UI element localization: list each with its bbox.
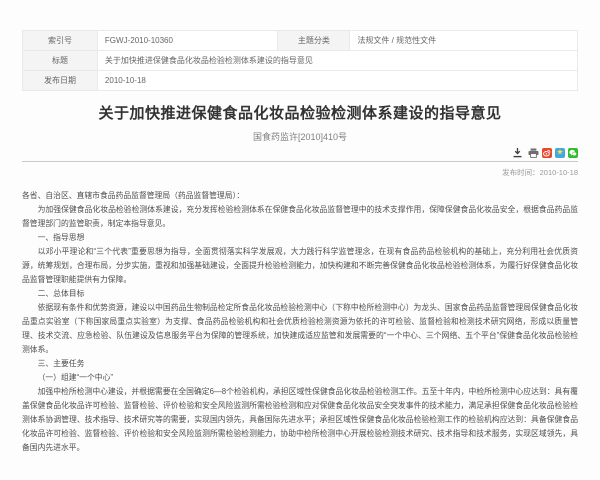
wechat-share-icon[interactable] <box>568 148 578 158</box>
info-label-index-number: 索引号 <box>23 31 98 51</box>
star-glyph: ★ <box>556 148 563 156</box>
section-heading-1: 一、指导思想 <box>22 231 578 245</box>
info-label-subject-category: 主题分类 <box>278 31 350 51</box>
qzone-share-icon[interactable]: ★ <box>555 148 565 158</box>
doc-number: 国食药监许[2010]410号 <box>22 130 578 143</box>
paragraph-guiding-ideology: 以邓小平理论和“三个代表”重要思想为指导，全面贯彻落实科学发展观，大力践行科学监… <box>22 245 578 287</box>
article-body: 各省、自治区、直辖市食品药品监督管理局（药品监督管理局）： 为加强保健食品化妆品… <box>22 189 578 455</box>
section-heading-2: 二、总体目标 <box>22 287 578 301</box>
section-heading-3: 三、主要任务 <box>22 357 578 371</box>
publish-time-value: 2010-10-18 <box>540 168 578 177</box>
info-label-title: 标题 <box>23 51 98 71</box>
article-toolbar: ★ <box>22 147 578 158</box>
print-icon[interactable] <box>528 148 539 158</box>
download-icon[interactable] <box>513 148 522 158</box>
document-info-table: 索引号 FGWJ-2010-10360 主题分类 法规文件 / 规范性文件 标题… <box>22 30 578 91</box>
table-row: 发布日期 2010-10-18 <box>23 71 578 91</box>
paragraph-intro: 为加强保健食品化妆品检验检测体系建设，充分发挥检验检测体系在保健食品化妆品监督管… <box>22 203 578 231</box>
paragraph-salutation: 各省、自治区、直辖市食品药品监督管理局（药品监督管理局）： <box>22 189 578 203</box>
page-title: 关于加快推进保健食品化妆品检验检测体系建设的指导意见 <box>22 105 578 123</box>
weibo-share-icon[interactable] <box>542 148 552 158</box>
info-value-publish-date: 2010-10-18 <box>97 71 577 91</box>
divider <box>22 161 578 162</box>
publish-time: 发布时间：2010-10-18 <box>22 167 578 178</box>
document-page: 索引号 FGWJ-2010-10360 主题分类 法规文件 / 规范性文件 标题… <box>22 30 578 455</box>
info-label-publish-date: 发布日期 <box>23 71 98 91</box>
table-row: 索引号 FGWJ-2010-10360 主题分类 法规文件 / 规范性文件 <box>23 31 578 51</box>
publish-time-label: 发布时间： <box>502 168 540 177</box>
paragraph-main-task: 加强中检所检测中心建设，并根据需要在全国确定6—8个检验机构，承担区域性保健食品… <box>22 385 578 455</box>
info-value-index-number: FGWJ-2010-10360 <box>97 31 277 51</box>
info-value-title: 关于加快推进保健食品化妆品检验检测体系建设的指导意见 <box>97 51 577 71</box>
table-row: 标题 关于加快推进保健食品化妆品检验检测体系建设的指导意见 <box>23 51 578 71</box>
subsection-heading-3-1: （一）组建“一个中心” <box>22 371 578 385</box>
paragraph-overall-goal: 依据现有条件和优势资源，建设以中国药品生物制品检定所食品化妆品检验检测中心（下称… <box>22 301 578 357</box>
info-value-subject-category: 法规文件 / 规范性文件 <box>350 31 578 51</box>
